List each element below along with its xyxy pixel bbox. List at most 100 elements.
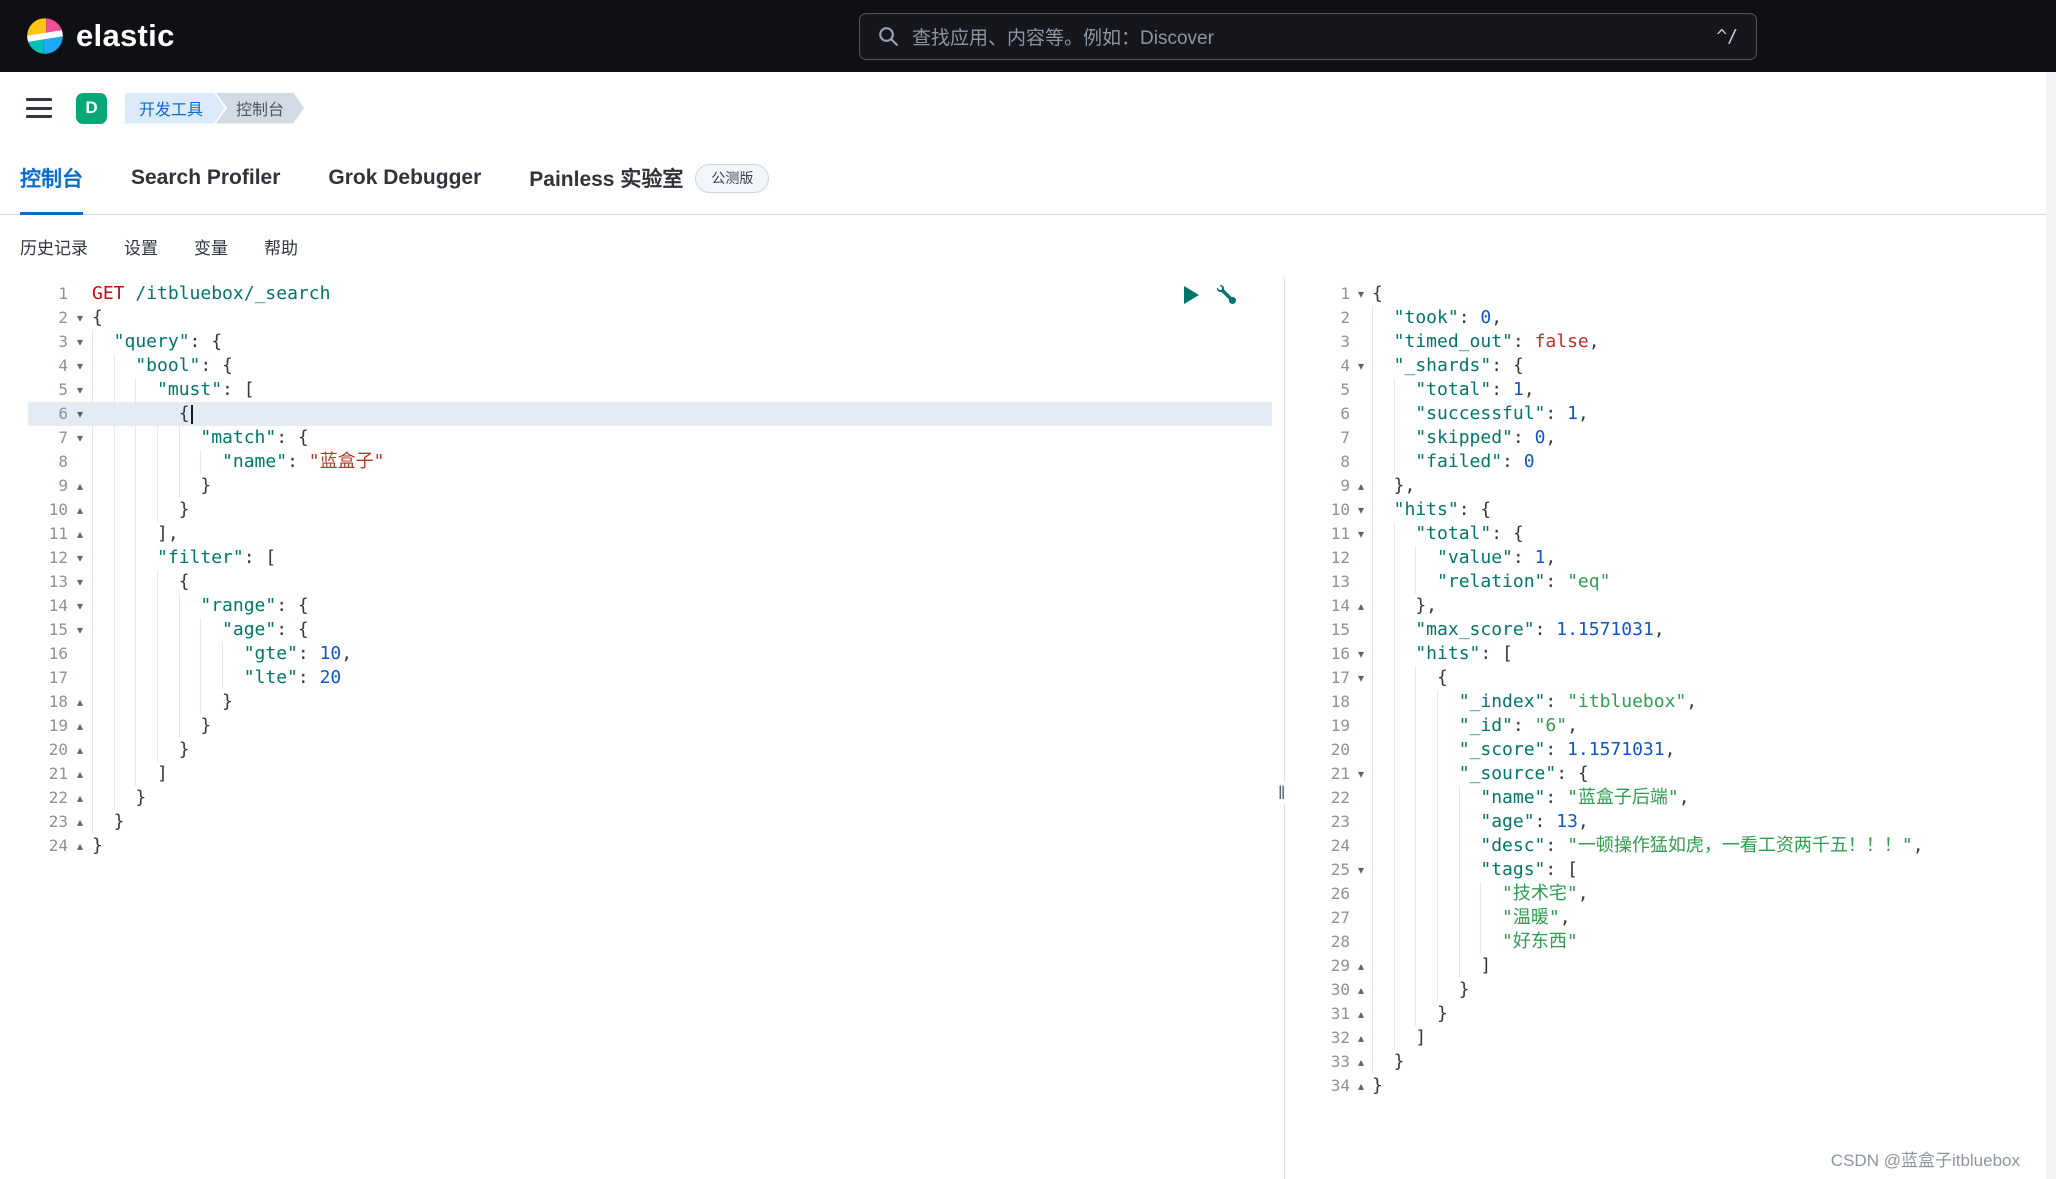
code-line[interactable]: 21▴] bbox=[0, 762, 1272, 786]
line-number: 27 bbox=[1298, 906, 1350, 930]
fold-toggle-icon[interactable]: ▴ bbox=[68, 690, 92, 714]
code-line[interactable]: 2▾{ bbox=[0, 306, 1272, 330]
request-options-button[interactable] bbox=[1217, 285, 1236, 304]
code-line[interactable]: 9▴} bbox=[0, 474, 1272, 498]
fold-toggle-icon[interactable]: ▾ bbox=[1350, 762, 1372, 786]
code-text: "query": { bbox=[92, 330, 222, 354]
menu-variables-button[interactable]: 变量 bbox=[194, 234, 228, 259]
code-line[interactable]: 14▾"range": { bbox=[0, 594, 1272, 618]
breadcrumb-item-console[interactable]: 控制台 bbox=[216, 93, 304, 124]
code-line[interactable]: 13▾{ bbox=[0, 570, 1272, 594]
code-line[interactable]: 5▾"must": [ bbox=[0, 378, 1272, 402]
send-request-button[interactable] bbox=[1184, 286, 1199, 304]
global-search-input[interactable]: 查找应用、内容等。例如：Discover ^/ bbox=[859, 13, 1757, 60]
fold-toggle-icon[interactable]: ▾ bbox=[1350, 858, 1372, 882]
fold-toggle-icon[interactable]: ▴ bbox=[68, 810, 92, 834]
fold-toggle-icon[interactable]: ▾ bbox=[68, 306, 92, 330]
fold-toggle-icon[interactable]: ▾ bbox=[68, 618, 92, 642]
menu-history-button[interactable]: 历史记录 bbox=[20, 234, 88, 259]
fold-toggle-icon[interactable]: ▴ bbox=[68, 474, 92, 498]
fold-toggle-icon[interactable]: ▾ bbox=[68, 426, 92, 450]
fold-toggle-icon[interactable]: ▾ bbox=[1350, 666, 1372, 690]
line-number: 28 bbox=[1298, 930, 1350, 954]
code-text: "range": { bbox=[92, 594, 309, 618]
code-line[interactable]: 17"lte": 20 bbox=[0, 666, 1272, 690]
indent-guide bbox=[1415, 1002, 1437, 1026]
fold-toggle-icon[interactable]: ▴ bbox=[1350, 1074, 1372, 1098]
panel-splitter[interactable]: ‖ bbox=[1272, 277, 1298, 1179]
code-line[interactable]: 15▾"age": { bbox=[0, 618, 1272, 642]
code-line[interactable]: 12▾"filter": [ bbox=[0, 546, 1272, 570]
indent-guide bbox=[1394, 402, 1416, 426]
indent-guide bbox=[1394, 978, 1416, 1002]
code-line[interactable]: 23▴} bbox=[0, 810, 1272, 834]
space-avatar-button[interactable]: D bbox=[76, 93, 107, 124]
fold-toggle-icon[interactable]: ▾ bbox=[1350, 354, 1372, 378]
fold-toggle-icon[interactable]: ▴ bbox=[68, 834, 92, 858]
fold-toggle-icon[interactable]: ▴ bbox=[1350, 1050, 1372, 1074]
fold-spacer bbox=[1350, 906, 1372, 930]
fold-toggle-icon[interactable]: ▴ bbox=[68, 522, 92, 546]
line-number: 14 bbox=[1298, 594, 1350, 618]
code-line: 6"successful": 1, bbox=[1298, 402, 2056, 426]
fold-toggle-icon[interactable]: ▾ bbox=[1350, 522, 1372, 546]
indent-guide bbox=[1394, 690, 1416, 714]
fold-toggle-icon[interactable]: ▴ bbox=[68, 714, 92, 738]
tab-painless-lab[interactable]: Painless 实验室 公测版 bbox=[529, 144, 769, 215]
indent-guide bbox=[157, 570, 179, 594]
code-line[interactable]: 24▴} bbox=[0, 834, 1272, 858]
indent-guide bbox=[1394, 378, 1416, 402]
fold-toggle-icon[interactable]: ▴ bbox=[1350, 1026, 1372, 1050]
code-line[interactable]: 11▴], bbox=[0, 522, 1272, 546]
tab-console[interactable]: 控制台 bbox=[20, 144, 83, 215]
response-panel[interactable]: 1▾{2"took": 0,3"timed_out": false,4▾"_sh… bbox=[1298, 277, 2056, 1179]
fold-toggle-icon[interactable]: ▾ bbox=[1350, 642, 1372, 666]
tab-grok-debugger[interactable]: Grok Debugger bbox=[328, 144, 481, 215]
fold-toggle-icon[interactable]: ▾ bbox=[68, 570, 92, 594]
fold-toggle-icon[interactable]: ▾ bbox=[68, 330, 92, 354]
fold-toggle-icon[interactable]: ▾ bbox=[68, 546, 92, 570]
fold-toggle-icon[interactable]: ▾ bbox=[68, 402, 92, 426]
menu-settings-button[interactable]: 设置 bbox=[124, 234, 158, 259]
search-placeholder: 查找应用、内容等。例如：Discover bbox=[912, 23, 1703, 50]
code-line[interactable]: 1GET /itbluebox/_search bbox=[0, 282, 1272, 306]
code-line[interactable]: 10▴} bbox=[0, 498, 1272, 522]
code-line[interactable]: 4▾"bool": { bbox=[0, 354, 1272, 378]
code-line[interactable]: 20▴} bbox=[0, 738, 1272, 762]
fold-toggle-icon[interactable]: ▴ bbox=[1350, 978, 1372, 1002]
fold-toggle-icon[interactable]: ▾ bbox=[1350, 282, 1372, 306]
fold-toggle-icon[interactable]: ▴ bbox=[1350, 594, 1372, 618]
code-text: }, bbox=[1372, 594, 1437, 618]
code-line[interactable]: 7▾"match": { bbox=[0, 426, 1272, 450]
home-link[interactable]: elastic bbox=[26, 17, 175, 55]
fold-toggle-icon[interactable]: ▴ bbox=[68, 498, 92, 522]
fold-toggle-icon[interactable]: ▴ bbox=[1350, 1002, 1372, 1026]
code-line[interactable]: 3▾"query": { bbox=[0, 330, 1272, 354]
indent-guide bbox=[1437, 810, 1459, 834]
indent-guide bbox=[1394, 930, 1416, 954]
code-line[interactable]: 19▴} bbox=[0, 714, 1272, 738]
code-line[interactable]: 18▴} bbox=[0, 690, 1272, 714]
code-line[interactable]: 8"name": "蓝盒子" bbox=[0, 450, 1272, 474]
fold-toggle-icon[interactable]: ▴ bbox=[68, 738, 92, 762]
fold-toggle-icon[interactable]: ▴ bbox=[68, 786, 92, 810]
fold-toggle-icon[interactable]: ▾ bbox=[1350, 498, 1372, 522]
fold-toggle-icon[interactable]: ▴ bbox=[68, 762, 92, 786]
code-text: ] bbox=[1372, 1026, 1426, 1050]
code-line[interactable]: 22▴} bbox=[0, 786, 1272, 810]
fold-toggle-icon[interactable]: ▴ bbox=[1350, 474, 1372, 498]
tab-search-profiler[interactable]: Search Profiler bbox=[131, 144, 280, 215]
fold-toggle-icon[interactable]: ▾ bbox=[68, 354, 92, 378]
browser-scrollbar-track[interactable] bbox=[2046, 72, 2056, 1179]
hamburger-menu-button[interactable] bbox=[24, 96, 54, 120]
request-editor[interactable]: 1GET /itbluebox/_search2▾{3▾"query": {4▾… bbox=[0, 277, 1272, 1179]
breadcrumb-item-dev-tools[interactable]: 开发工具 bbox=[125, 93, 225, 124]
fold-toggle-icon[interactable]: ▾ bbox=[68, 378, 92, 402]
indent-guide bbox=[1394, 642, 1416, 666]
fold-toggle-icon[interactable]: ▾ bbox=[68, 594, 92, 618]
code-line[interactable]: 16"gte": 10, bbox=[0, 642, 1272, 666]
menu-help-button[interactable]: 帮助 bbox=[264, 234, 298, 259]
fold-toggle-icon[interactable]: ▴ bbox=[1350, 954, 1372, 978]
code-line[interactable]: 6▾{ bbox=[0, 402, 1272, 426]
indent-guide bbox=[1437, 906, 1459, 930]
